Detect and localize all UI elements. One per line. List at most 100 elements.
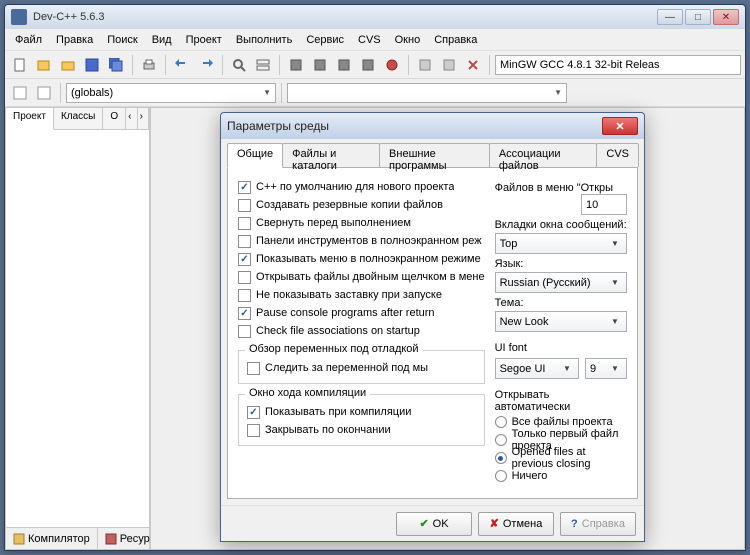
menubar: Файл Правка Поиск Вид Проект Выполнить С… (5, 29, 745, 51)
function-combo[interactable]: ▼ (287, 83, 567, 103)
tab-file-associations[interactable]: Ассоциации файлов (489, 143, 598, 167)
save-all-icon[interactable] (105, 54, 127, 76)
find-icon[interactable] (228, 54, 250, 76)
menu-service[interactable]: Сервис (300, 32, 350, 48)
separator-icon (281, 83, 282, 103)
menu-project[interactable]: Проект (180, 32, 228, 48)
separator-icon (279, 55, 280, 75)
new-file-icon[interactable] (9, 54, 31, 76)
autoopen-radio-0[interactable] (495, 416, 507, 428)
option-checkbox-5[interactable] (238, 271, 251, 284)
files-in-menu-input[interactable]: 10 (581, 194, 627, 215)
menu-view[interactable]: Вид (146, 32, 178, 48)
menu-window[interactable]: Окно (389, 32, 427, 48)
autoopen-radio-2[interactable] (495, 452, 507, 464)
chevron-down-icon: ▼ (608, 239, 622, 248)
project-tree[interactable] (6, 130, 149, 527)
show-on-compile-checkbox[interactable] (247, 406, 260, 419)
chevron-down-icon: ▼ (608, 317, 622, 326)
globals-combo[interactable]: (globals) ▼ (66, 83, 276, 103)
dialog-titlebar[interactable]: Параметры среды ✕ (221, 113, 644, 139)
insert-icon[interactable] (33, 82, 55, 104)
msg-tabs-label: Вкладки окна сообщений: (495, 219, 627, 231)
compile-window-group: Окно хода компиляции Показывать при комп… (238, 394, 485, 446)
separator-icon (222, 55, 223, 75)
dialog-footer: ✔OK ✘Отмена ?Справка (221, 505, 644, 541)
tab-debug[interactable]: О (103, 108, 126, 129)
globals-label: (globals) (71, 87, 113, 99)
option-checkbox-3[interactable] (238, 235, 251, 248)
language-combo[interactable]: Russian (Русский)▼ (495, 272, 627, 293)
profile-icon[interactable] (438, 54, 460, 76)
msg-tabs-combo[interactable]: Top▼ (495, 233, 627, 254)
option-label-8: Check file associations on startup (256, 325, 420, 337)
run-icon[interactable] (309, 54, 331, 76)
menu-cvs[interactable]: CVS (352, 32, 387, 48)
menu-help[interactable]: Справка (428, 32, 483, 48)
tab-classes[interactable]: Классы (54, 108, 103, 129)
autoopen-radio-3[interactable] (495, 470, 507, 482)
uifont-size-combo[interactable]: 9▼ (585, 358, 627, 379)
ok-button[interactable]: ✔OK (396, 512, 472, 536)
tab-scroll-right[interactable]: › (138, 108, 149, 129)
option-checkbox-8[interactable] (238, 325, 251, 338)
theme-combo[interactable]: New Look▼ (495, 311, 627, 332)
dialog-close-button[interactable]: ✕ (602, 117, 638, 135)
option-checkbox-6[interactable] (238, 289, 251, 302)
env-options-dialog: Параметры среды ✕ Общие Файлы и каталоги… (220, 112, 645, 542)
breakpoint-icon[interactable] (414, 54, 436, 76)
dialog-title: Параметры среды (227, 119, 602, 133)
clean-icon[interactable] (462, 54, 484, 76)
option-checkbox-4[interactable] (238, 253, 251, 266)
separator-icon (165, 55, 166, 75)
save-icon[interactable] (81, 54, 103, 76)
tab-scroll-left[interactable]: ‹ (126, 108, 137, 129)
close-after-checkbox[interactable] (247, 424, 260, 437)
watch-var-checkbox[interactable] (247, 362, 260, 375)
tab-files-dirs[interactable]: Файлы и каталоги (282, 143, 380, 167)
minimize-button[interactable]: — (657, 9, 683, 25)
tab-cvs[interactable]: CVS (596, 143, 639, 167)
close-button[interactable]: ✕ (713, 9, 739, 25)
compiler-icon (13, 533, 25, 545)
uifont-combo[interactable]: Segoe UI▼ (495, 358, 579, 379)
chevron-down-icon: ▼ (554, 88, 562, 97)
print-icon[interactable] (138, 54, 160, 76)
option-label-4: Показывать меню в полноэкранном режиме (256, 253, 481, 265)
help-button[interactable]: ?Справка (560, 512, 636, 536)
new-project-icon[interactable] (33, 54, 55, 76)
menu-edit[interactable]: Правка (50, 32, 99, 48)
toolbar-secondary: (globals) ▼ ▼ (5, 79, 745, 107)
undo-icon[interactable] (171, 54, 193, 76)
tab-external-programs[interactable]: Внешние программы (379, 143, 490, 167)
cancel-button[interactable]: ✘Отмена (478, 512, 554, 536)
option-checkbox-7[interactable] (238, 307, 251, 320)
menu-file[interactable]: Файл (9, 32, 48, 48)
option-checkbox-1[interactable] (238, 199, 251, 212)
compiler-set-combo[interactable]: MinGW GCC 4.8.1 32-bit Releas (495, 55, 741, 75)
main-titlebar[interactable]: Dev-C++ 5.6.3 — □ ✕ (5, 5, 745, 29)
autoopen-title: Открывать автоматически (495, 389, 627, 413)
x-icon: ✘ (490, 517, 499, 530)
option-checkbox-0[interactable] (238, 181, 251, 194)
compile-run-icon[interactable] (333, 54, 355, 76)
tab-project[interactable]: Проект (6, 108, 54, 130)
autoopen-radio-1[interactable] (495, 434, 507, 446)
menu-search[interactable]: Поиск (101, 32, 143, 48)
compiler-set-label: MinGW GCC 4.8.1 32-bit Releas (500, 59, 660, 71)
open-icon[interactable] (57, 54, 79, 76)
option-label-0: C++ по умолчанию для нового проекта (256, 181, 454, 193)
watch-var-label: Следить за переменной под мы (265, 362, 428, 374)
debug-icon[interactable] (381, 54, 403, 76)
new-class-icon[interactable] (9, 82, 31, 104)
tab-general[interactable]: Общие (227, 143, 283, 168)
replace-icon[interactable] (252, 54, 274, 76)
menu-run[interactable]: Выполнить (230, 32, 298, 48)
maximize-button[interactable]: □ (685, 9, 711, 25)
redo-icon[interactable] (195, 54, 217, 76)
chevron-down-icon: ▼ (608, 364, 622, 373)
option-checkbox-2[interactable] (238, 217, 251, 230)
rebuild-icon[interactable] (357, 54, 379, 76)
tab-compiler[interactable]: Компилятор (6, 528, 98, 549)
compile-icon[interactable] (285, 54, 307, 76)
